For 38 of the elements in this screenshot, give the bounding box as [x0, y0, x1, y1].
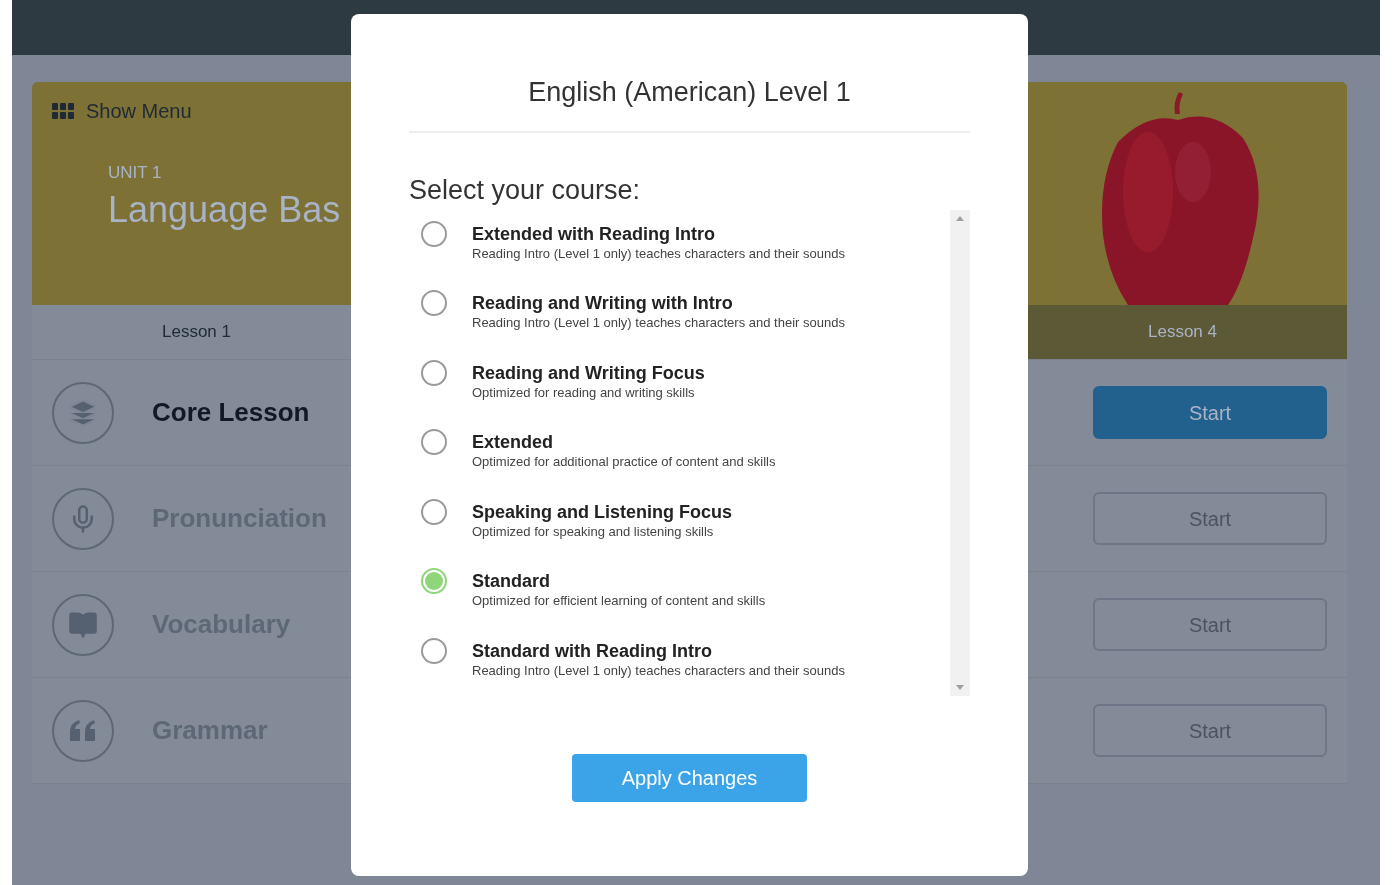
option-title: Extended with Reading Intro — [472, 223, 716, 245]
dialog-prompt: Select your course: — [409, 174, 642, 207]
dialog-title: English (American) Level 1 — [528, 76, 851, 109]
option-title: Standard with Reading Intro — [472, 639, 713, 662]
scroll-down-icon[interactable] — [956, 685, 964, 690]
option-description: Optimized for speaking and listening skills — [472, 522, 715, 541]
radio-button[interactable] — [421, 637, 447, 664]
radio-button[interactable] — [421, 221, 447, 247]
option-description: Reading Intro (Level 1 only) teaches characters and their sounds — [472, 661, 845, 680]
start-button[interactable]: Start — [1093, 386, 1327, 439]
option-title: Reading and Writing with Intro — [472, 292, 734, 315]
show-menu-button[interactable]: Show Menu — [52, 96, 192, 126]
option-description: Reading Intro (Level 1 only) teaches characters and their sounds — [472, 245, 845, 263]
radio-button[interactable] — [421, 568, 447, 595]
option-description: Optimized for efficient learning of content and skills — [472, 592, 766, 611]
option-description: Optimized for additional practice of content and skills — [472, 453, 776, 472]
option-description: Reading Intro (Level 1 only) teaches characters and their sounds — [472, 314, 845, 333]
scrollbar[interactable] — [950, 210, 970, 696]
quote-icon — [68, 718, 98, 743]
lesson-tab[interactable]: Lesson 1 — [32, 305, 361, 359]
option-title: Reading and Writing Focus — [472, 361, 705, 384]
grid-icon — [52, 103, 74, 119]
option-description: Optimized for reading and writing skills — [472, 383, 696, 402]
unit-label: UNIT 1 — [108, 162, 163, 184]
radio-button[interactable] — [421, 359, 447, 386]
start-button[interactable]: Start — [1093, 492, 1327, 545]
apply-changes-button[interactable]: Apply Changes — [572, 754, 807, 802]
start-button[interactable]: Start — [1093, 598, 1327, 651]
radio-button[interactable] — [421, 498, 447, 525]
radio-button[interactable] — [421, 429, 447, 456]
option-title: Speaking and Listening Focus — [472, 500, 733, 523]
start-button[interactable]: Start — [1093, 704, 1327, 757]
option-title: Extended — [472, 431, 555, 454]
option-title: Standard — [472, 570, 551, 593]
scroll-up-icon[interactable] — [956, 216, 964, 221]
radio-button[interactable] — [421, 290, 447, 317]
activity-title: Core Lesson — [152, 396, 310, 429]
unit-title: Language Bas — [108, 187, 341, 232]
